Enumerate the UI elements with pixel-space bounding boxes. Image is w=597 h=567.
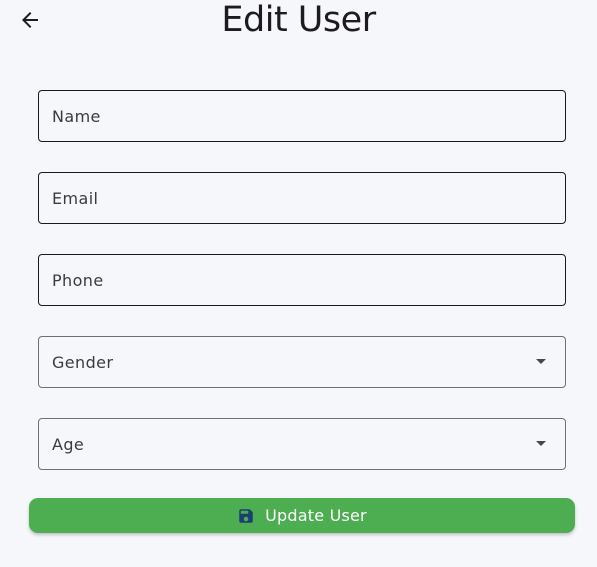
- gender-dropdown-label: Gender: [52, 352, 114, 372]
- dropdown-arrow-icon: [536, 359, 546, 364]
- phone-field-label: Phone: [52, 270, 104, 290]
- name-field-label: Name: [52, 106, 101, 126]
- age-dropdown[interactable]: Age: [38, 418, 566, 470]
- email-field[interactable]: Email: [38, 172, 566, 224]
- save-icon: [237, 507, 255, 525]
- phone-field[interactable]: Phone: [38, 254, 566, 306]
- update-user-button[interactable]: Update User: [29, 498, 575, 533]
- email-field-label: Email: [52, 188, 99, 208]
- age-dropdown-label: Age: [52, 434, 85, 454]
- dropdown-arrow-icon: [536, 441, 546, 446]
- page-title: Edit User: [221, 0, 376, 40]
- update-user-label: Update User: [265, 506, 367, 525]
- name-field[interactable]: Name: [38, 90, 566, 142]
- gender-dropdown[interactable]: Gender: [38, 336, 566, 388]
